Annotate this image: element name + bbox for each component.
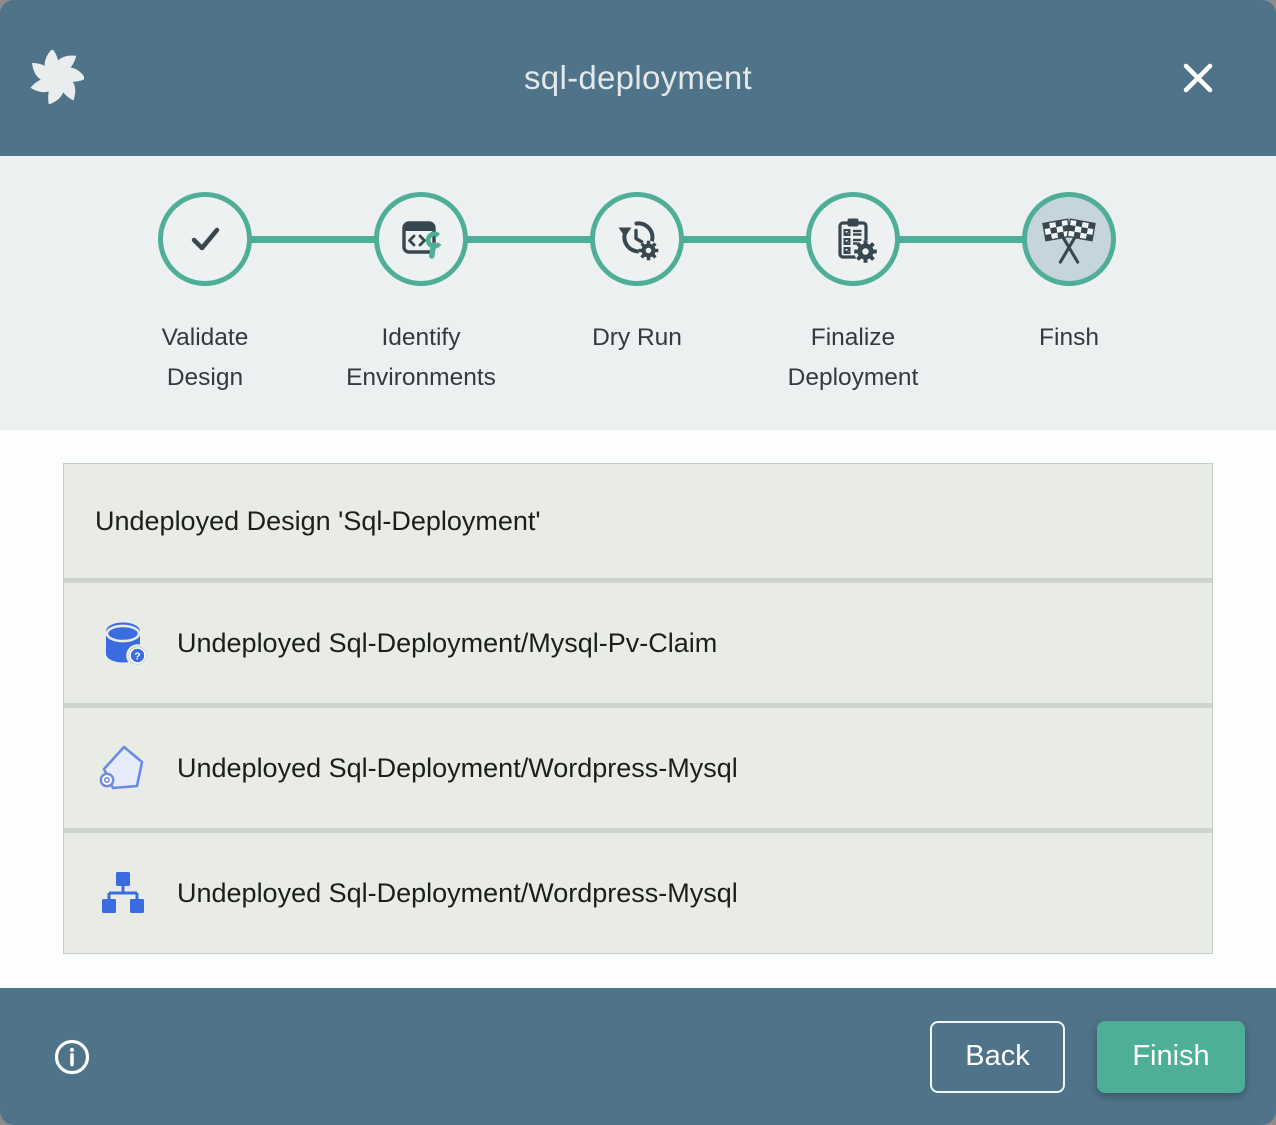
history-gear-icon <box>612 214 662 264</box>
result-text: Undeployed Design 'Sql-Deployment' <box>95 506 541 537</box>
info-icon <box>52 1037 92 1077</box>
svg-text:?: ? <box>134 650 140 662</box>
result-row-design: Undeployed Design 'Sql-Deployment' <box>64 464 1212 578</box>
result-text: Undeployed Sql-Deployment/Wordpress-Mysq… <box>177 878 738 909</box>
step-validate-design: Validate Design <box>97 192 313 398</box>
clipboard-gear-icon <box>828 214 878 264</box>
pentagon-shape-icon <box>97 742 149 794</box>
modal-footer: Back Finish <box>0 988 1276 1125</box>
close-button[interactable] <box>1176 56 1220 100</box>
step-label: Finsh <box>1039 318 1099 358</box>
deployment-wizard-modal: sql-deployment Validate Design <box>0 0 1276 1125</box>
step-dry-run: Dry Run <box>529 192 745 398</box>
wizard-stepper: Validate Design Identi <box>0 156 1276 430</box>
back-button[interactable]: Back <box>930 1021 1065 1093</box>
step-finalize-deployment: Finalize Deployment <box>745 192 961 398</box>
undeploy-results-box: Undeployed Design 'Sql-Deployment' ? Und… <box>63 463 1213 954</box>
hierarchy-icon <box>97 867 149 919</box>
results-panel: Undeployed Design 'Sql-Deployment' ? Und… <box>0 430 1276 988</box>
result-row-wordpress-mysql-shape: Undeployed Sql-Deployment/Wordpress-Mysq… <box>64 703 1212 828</box>
step-circle-dry-run[interactable] <box>590 192 684 286</box>
result-text: Undeployed Sql-Deployment/Mysql-Pv-Claim <box>177 628 717 659</box>
step-label: Validate Design <box>162 318 249 398</box>
step-circle-validate-design[interactable] <box>158 192 252 286</box>
modal-header: sql-deployment <box>0 0 1276 156</box>
finish-button[interactable]: Finish <box>1097 1021 1245 1093</box>
step-finish: Finsh <box>961 192 1177 398</box>
modal-title: sql-deployment <box>0 59 1276 97</box>
step-label: Dry Run <box>592 318 682 358</box>
result-row-mysql-pv-claim: ? Undeployed Sql-Deployment/Mysql-Pv-Cla… <box>64 578 1212 703</box>
result-text: Undeployed Sql-Deployment/Wordpress-Mysq… <box>177 753 738 784</box>
result-row-wordpress-mysql-hierarchy: Undeployed Sql-Deployment/Wordpress-Mysq… <box>64 828 1212 953</box>
code-window-wrench-icon <box>397 215 445 263</box>
step-identify-environments: Identify Environments <box>313 192 529 398</box>
step-circle-finalize-deployment[interactable] <box>806 192 900 286</box>
database-question-icon: ? <box>97 617 149 669</box>
check-icon <box>181 215 229 263</box>
step-label: Finalize Deployment <box>788 318 919 398</box>
step-label: Identify Environments <box>346 318 496 398</box>
step-circle-finish[interactable] <box>1022 192 1116 286</box>
info-button[interactable] <box>52 1037 92 1077</box>
step-circle-identify-environments[interactable] <box>374 192 468 286</box>
checkered-flags-icon <box>1040 212 1098 266</box>
close-icon <box>1176 56 1220 100</box>
